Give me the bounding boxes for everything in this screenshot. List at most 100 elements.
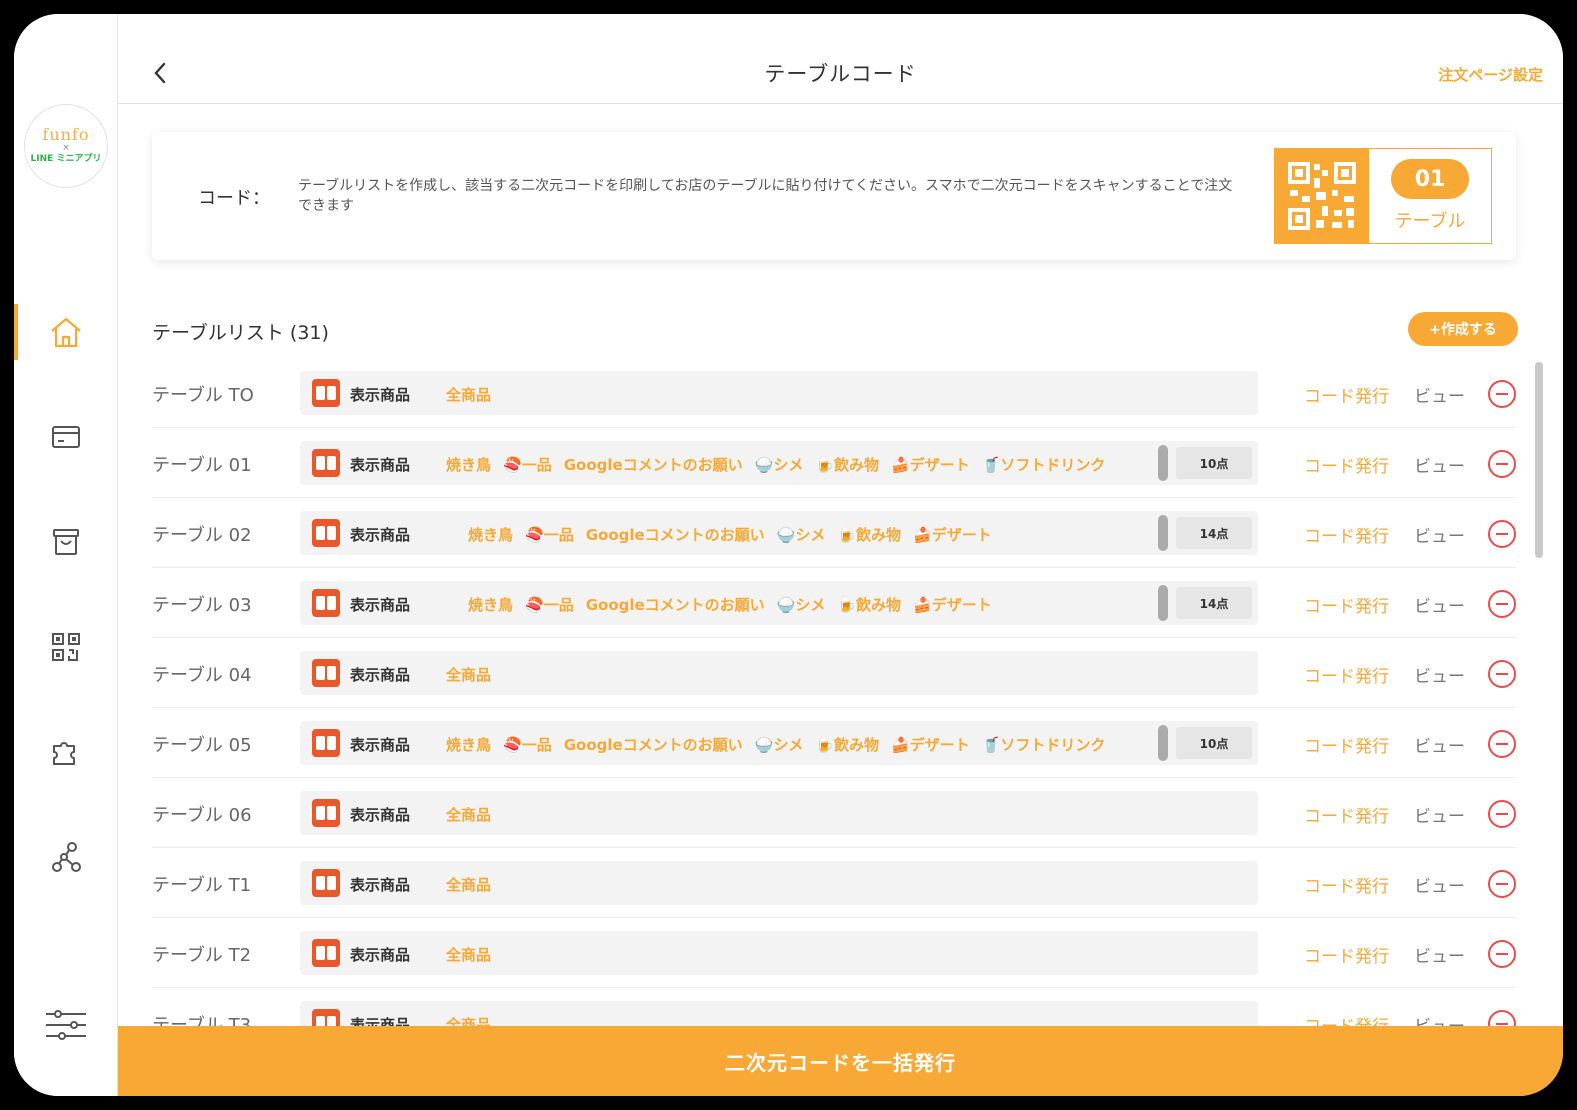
category-tag: 🍰デザート: [891, 456, 970, 474]
view-button[interactable]: ビュー: [1414, 522, 1465, 547]
category-tag: 🥤ソフトドリンク: [981, 456, 1106, 474]
table-name: テーブル T1: [152, 875, 252, 896]
display-products-label: 表示商品: [350, 876, 411, 894]
display-products-bar[interactable]: 表示商品 全商品: [300, 861, 1258, 905]
sidebar-item-settings[interactable]: [14, 997, 118, 1053]
delete-minus-icon[interactable]: [1488, 940, 1516, 968]
create-table-button[interactable]: +作成する: [1408, 312, 1518, 346]
category-tag: 🍰デザート: [913, 596, 992, 614]
category-tag: 🍚シメ: [754, 736, 804, 754]
table-name: テーブル 06: [152, 805, 252, 826]
display-products-bar[interactable]: 表示商品 焼き鳥 🍣一品 Googleコメントのお願い 🍚シメ 🍺飲み物 🍰デザート 14点: [300, 511, 1258, 555]
delete-minus-icon[interactable]: [1488, 380, 1516, 408]
table-row: テーブル TO 表示商品 全商品 コード発行 ビュー: [152, 358, 1516, 428]
logo-text: funfo: [42, 125, 90, 144]
delete-minus-icon[interactable]: [1488, 450, 1516, 478]
issue-code-button[interactable]: コード発行: [1304, 802, 1389, 827]
qr-code-icon: [1288, 162, 1356, 230]
display-products-bar[interactable]: 表示商品 全商品: [300, 931, 1258, 975]
menu-book-icon: [312, 379, 340, 407]
table-row: テーブル T2 表示商品 全商品 コード発行 ビュー: [152, 918, 1516, 988]
delete-minus-icon[interactable]: [1488, 730, 1516, 758]
display-products-label: 表示商品: [350, 666, 411, 684]
display-products-bar[interactable]: 表示商品 焼き鳥 🍣一品 Googleコメントのお願い 🍚シメ 🍺飲み物 🍰デザート 14点: [300, 581, 1258, 625]
issue-code-button[interactable]: コード発行: [1304, 452, 1389, 477]
issue-code-button[interactable]: コード発行: [1304, 872, 1389, 897]
display-products-bar[interactable]: 表示商品 焼き鳥 🍣一品 Googleコメントのお願い 🍚シメ 🍺飲み物 🍰デザート 🥤ソフト…: [300, 721, 1258, 765]
tags-scrollbar[interactable]: [1158, 585, 1168, 621]
display-products-label: 表示商品: [350, 596, 411, 614]
category-tag: 全商品: [446, 876, 492, 894]
delete-minus-icon[interactable]: [1488, 800, 1516, 828]
category-tag: 🍺飲み物: [837, 596, 902, 614]
category-tag: 🍣一品: [503, 456, 552, 474]
issue-code-button[interactable]: コード発行: [1304, 522, 1389, 547]
table-list-title: テーブルリスト (31): [152, 322, 329, 344]
code-label: コード：: [198, 188, 270, 209]
category-tags: 焼き鳥 🍣一品 Googleコメントのお願い 🍚シメ 🍺飲み物 🍰デザート 🥤ソフトドリンク: [446, 454, 1158, 476]
display-products-bar[interactable]: 表示商品 全商品: [300, 651, 1258, 695]
view-button[interactable]: ビュー: [1414, 872, 1465, 897]
top-header: テーブルコード 注文ページ設定: [118, 14, 1563, 104]
issue-code-button[interactable]: コード発行: [1304, 382, 1389, 407]
sidebar-item-home[interactable]: [14, 304, 118, 360]
display-products-bar[interactable]: 表示商品 焼き鳥 🍣一品 Googleコメントのお願い 🍚シメ 🍺飲み物 🍰デザート 🥤ソフト…: [300, 441, 1258, 485]
table-name: テーブル 02: [152, 525, 252, 546]
issue-code-button[interactable]: コード発行: [1304, 662, 1389, 687]
sidebar-item-box[interactable]: [14, 514, 118, 570]
category-tags: 全商品: [446, 804, 1158, 826]
view-button[interactable]: ビュー: [1414, 732, 1465, 757]
category-tag: 全商品: [446, 666, 492, 684]
view-button[interactable]: ビュー: [1414, 382, 1465, 407]
tags-scrollbar[interactable]: [1158, 515, 1168, 551]
category-tag: 🍺飲み物: [837, 526, 902, 544]
view-button[interactable]: ビュー: [1414, 942, 1465, 967]
tags-scrollbar[interactable]: [1158, 445, 1168, 481]
item-count-badge: 14点: [1176, 587, 1252, 619]
sidebar-item-qr[interactable]: [14, 619, 118, 675]
category-tags: 焼き鳥 🍣一品 Googleコメントのお願い 🍚シメ 🍺飲み物 🍰デザート 🥤ソフトドリンク: [446, 734, 1158, 756]
qr-sample-label-group: 01 テーブル: [1369, 149, 1491, 243]
delete-minus-icon[interactable]: [1488, 520, 1516, 548]
qr-sample-preview: 01 テーブル: [1274, 148, 1492, 244]
view-button[interactable]: ビュー: [1414, 452, 1465, 477]
settings-sliders-icon: [46, 1010, 86, 1040]
sidebar-item-plugins[interactable]: [14, 724, 118, 780]
delete-minus-icon[interactable]: [1488, 870, 1516, 898]
issue-code-button[interactable]: コード発行: [1304, 592, 1389, 617]
code-info-card: コード： テーブルリストを作成し、該当する二次元コードを印刷してお店のテーブルに…: [152, 132, 1516, 260]
list-scrollbar[interactable]: [1535, 362, 1543, 558]
menu-book-icon: [312, 659, 340, 687]
view-button[interactable]: ビュー: [1414, 802, 1465, 827]
qr-code-image: [1275, 149, 1369, 243]
category-tag: 🍣一品: [525, 596, 574, 614]
table-row: テーブル 05 表示商品 焼き鳥 🍣一品 Googleコメントのお願い 🍚シメ 🍺飲み物 🍰デ…: [152, 708, 1516, 778]
bulk-issue-qr-button[interactable]: 二次元コードを一括発行: [118, 1026, 1563, 1096]
table-row: テーブル 04 表示商品 全商品 コード発行 ビュー: [152, 638, 1516, 708]
sidebar-item-card[interactable]: [14, 409, 118, 465]
delete-minus-icon[interactable]: [1488, 590, 1516, 618]
category-tag: 🍰デザート: [891, 736, 970, 754]
display-products-bar[interactable]: 表示商品 全商品: [300, 371, 1258, 415]
display-products-label: 表示商品: [350, 456, 411, 474]
table-name: テーブル TO: [152, 385, 254, 406]
view-button[interactable]: ビュー: [1414, 592, 1465, 617]
order-page-settings-link[interactable]: 注文ページ設定: [1438, 64, 1543, 85]
menu-book-icon: [312, 939, 340, 967]
item-count-badge: 10点: [1176, 727, 1252, 759]
display-products-bar[interactable]: 表示商品 全商品: [300, 791, 1258, 835]
table-row: テーブル 01 表示商品 焼き鳥 🍣一品 Googleコメントのお願い 🍚シメ 🍺飲み物 🍰デ…: [152, 428, 1516, 498]
app-logo: funfo × LINE ミニアプリ: [24, 104, 108, 188]
page-title: テーブルコード: [764, 62, 917, 86]
view-button[interactable]: ビュー: [1414, 662, 1465, 687]
table-row: テーブル T1 表示商品 全商品 コード発行 ビュー: [152, 848, 1516, 918]
table-name: テーブル T2: [152, 945, 252, 966]
delete-minus-icon[interactable]: [1488, 660, 1516, 688]
issue-code-button[interactable]: コード発行: [1304, 942, 1389, 967]
category-tag: 🍰デザート: [913, 526, 992, 544]
sidebar-item-share[interactable]: [14, 829, 118, 885]
tags-scrollbar[interactable]: [1158, 725, 1168, 761]
category-tag: 🍚シメ: [754, 456, 804, 474]
menu-book-icon: [312, 729, 340, 757]
issue-code-button[interactable]: コード発行: [1304, 732, 1389, 757]
